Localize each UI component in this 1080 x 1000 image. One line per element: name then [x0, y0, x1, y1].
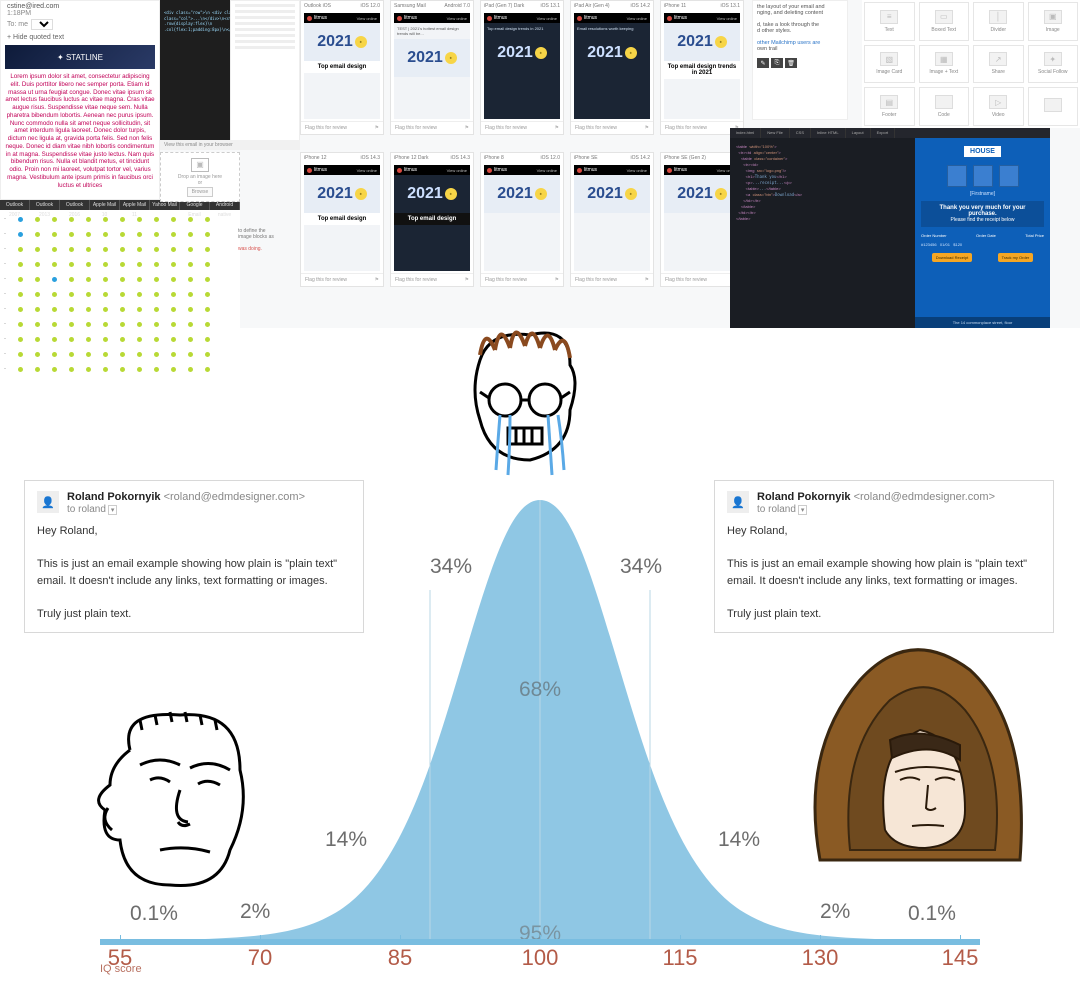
x-tick: 115 — [662, 945, 697, 971]
house-logo: HOUSE — [964, 146, 1001, 157]
block-text[interactable]: ≡Text — [864, 2, 915, 41]
edit-icon[interactable]: ✎ — [757, 58, 769, 68]
dark-code-column: <table width="100%"> <tr><td align="cent… — [730, 138, 915, 328]
litmus-tile[interactable]: iPad Air (Gen 4)iOS 14.2litmusView onlin… — [570, 0, 654, 135]
litmus-tile[interactable]: iPhone 12 DarkiOS 14.3litmusView online2… — [390, 152, 474, 287]
lorem-body: Lorem ipsum dolor sit amet, consectetur … — [5, 73, 155, 189]
block-library: ≡Text▭Boxed Text│Divider▣Image ▧Image Car… — [862, 0, 1080, 128]
cropped-caption: to define the image blocks as was doing. — [238, 228, 292, 252]
x-tick: 85 — [388, 945, 412, 971]
x-tick: 55 — [108, 945, 132, 971]
block-image[interactable]: ▣Image — [1028, 2, 1079, 41]
block-share[interactable]: ↗Share — [973, 45, 1024, 84]
litmus-tile[interactable]: iPhone 11iOS 13.1litmusView online2021✶T… — [660, 0, 744, 135]
litmus-grid: Outlook iOSiOS 12.0litmusView online2021… — [300, 0, 755, 300]
top-collage: cstine@ired.com 1:18PM To: me + Hide quo… — [0, 0, 1080, 328]
x-tick: 100 — [522, 945, 559, 971]
block-boxed-text[interactable]: ▭Boxed Text — [919, 2, 970, 41]
browse-button[interactable]: Browse — [187, 187, 214, 197]
block-footer[interactable]: ▤Footer — [864, 87, 915, 126]
delete-icon[interactable]: 🗑 — [785, 58, 797, 68]
hide-quoted-toggle[interactable]: + Hide quoted text — [1, 30, 159, 45]
image-drop-zone[interactable]: ▣ Drop an image here or Browse — [160, 152, 240, 202]
email-time: 1:18PM — [7, 10, 153, 17]
wojak-brainlet — [70, 690, 290, 910]
wojak-hooded-monk — [780, 630, 1040, 890]
to-line: To: me — [1, 19, 159, 30]
code-preview-pane — [230, 0, 300, 145]
gmail-pane: cstine@ired.com 1:18PM To: me + Hide quo… — [0, 0, 160, 200]
compatibility-grid: Outlook 2007Outlook 2013Outlook 2016Appl… — [0, 200, 240, 380]
block-code[interactable]: Code — [919, 87, 970, 126]
statline-banner: ✦ STATLINE — [5, 45, 155, 69]
pct-14-right: 14% — [718, 828, 760, 852]
pct-01-right: 0.1% — [908, 902, 956, 926]
pct-2-right: 2% — [820, 900, 850, 924]
pct-34-left: 34% — [430, 555, 472, 579]
dark-editor-pane: index.htmlNew FileCSSInline HTMLLayoutEx… — [730, 128, 1050, 328]
litmus-tile[interactable]: iPhone SEiOS 14.2litmusView online2021✶F… — [570, 152, 654, 287]
wojak-crying-nerd — [420, 320, 620, 520]
track-order-button[interactable]: Track my Order — [998, 253, 1034, 262]
litmus-tile[interactable]: iPhone 8iOS 12.0litmusView online2021✶Fl… — [480, 152, 564, 287]
copy-icon[interactable]: ⎘ — [771, 58, 783, 68]
view-in-browser[interactable]: View this email in your browser — [160, 140, 300, 150]
litmus-tile[interactable]: iPhone 12iOS 14.3litmusView online2021✶T… — [300, 152, 384, 287]
avatar-icon: 👤 — [37, 491, 59, 513]
block-divider[interactable]: │Divider — [973, 2, 1024, 41]
mailchimp-panel: the layout of your email and nging, and … — [752, 0, 848, 120]
block-image-+-text[interactable]: ▦Image + Text — [919, 45, 970, 84]
block-video[interactable]: ▷Video — [973, 87, 1024, 126]
pct-68: 68% — [519, 678, 561, 702]
block-image-card[interactable]: ▧Image Card — [864, 45, 915, 84]
from-address: cstine@ired.com — [7, 3, 153, 10]
x-tick: 130 — [802, 945, 839, 971]
litmus-tile[interactable]: iPad (Gen 7) DarkiOS 13.1litmusView onli… — [480, 0, 564, 135]
x-tick: 70 — [248, 945, 272, 971]
block-social-follow[interactable]: ✦Social Follow — [1028, 45, 1079, 84]
pct-14-left: 14% — [325, 828, 367, 852]
pct-34-right: 34% — [620, 555, 662, 579]
to-dropdown[interactable] — [31, 19, 53, 30]
litmus-tile[interactable]: Outlook iOSiOS 12.0litmusView online2021… — [300, 0, 384, 135]
x-tick: 145 — [942, 945, 979, 971]
image-placeholder-icon: ▣ — [191, 158, 209, 172]
download-receipt-button[interactable]: Download Receipt — [932, 253, 972, 262]
block-empty — [1028, 87, 1079, 126]
house-email-preview: HOUSE [Firstname] Thank you very much fo… — [915, 138, 1050, 328]
litmus-tile[interactable]: Samsung MailAndroid 7.0litmusView online… — [390, 0, 474, 135]
